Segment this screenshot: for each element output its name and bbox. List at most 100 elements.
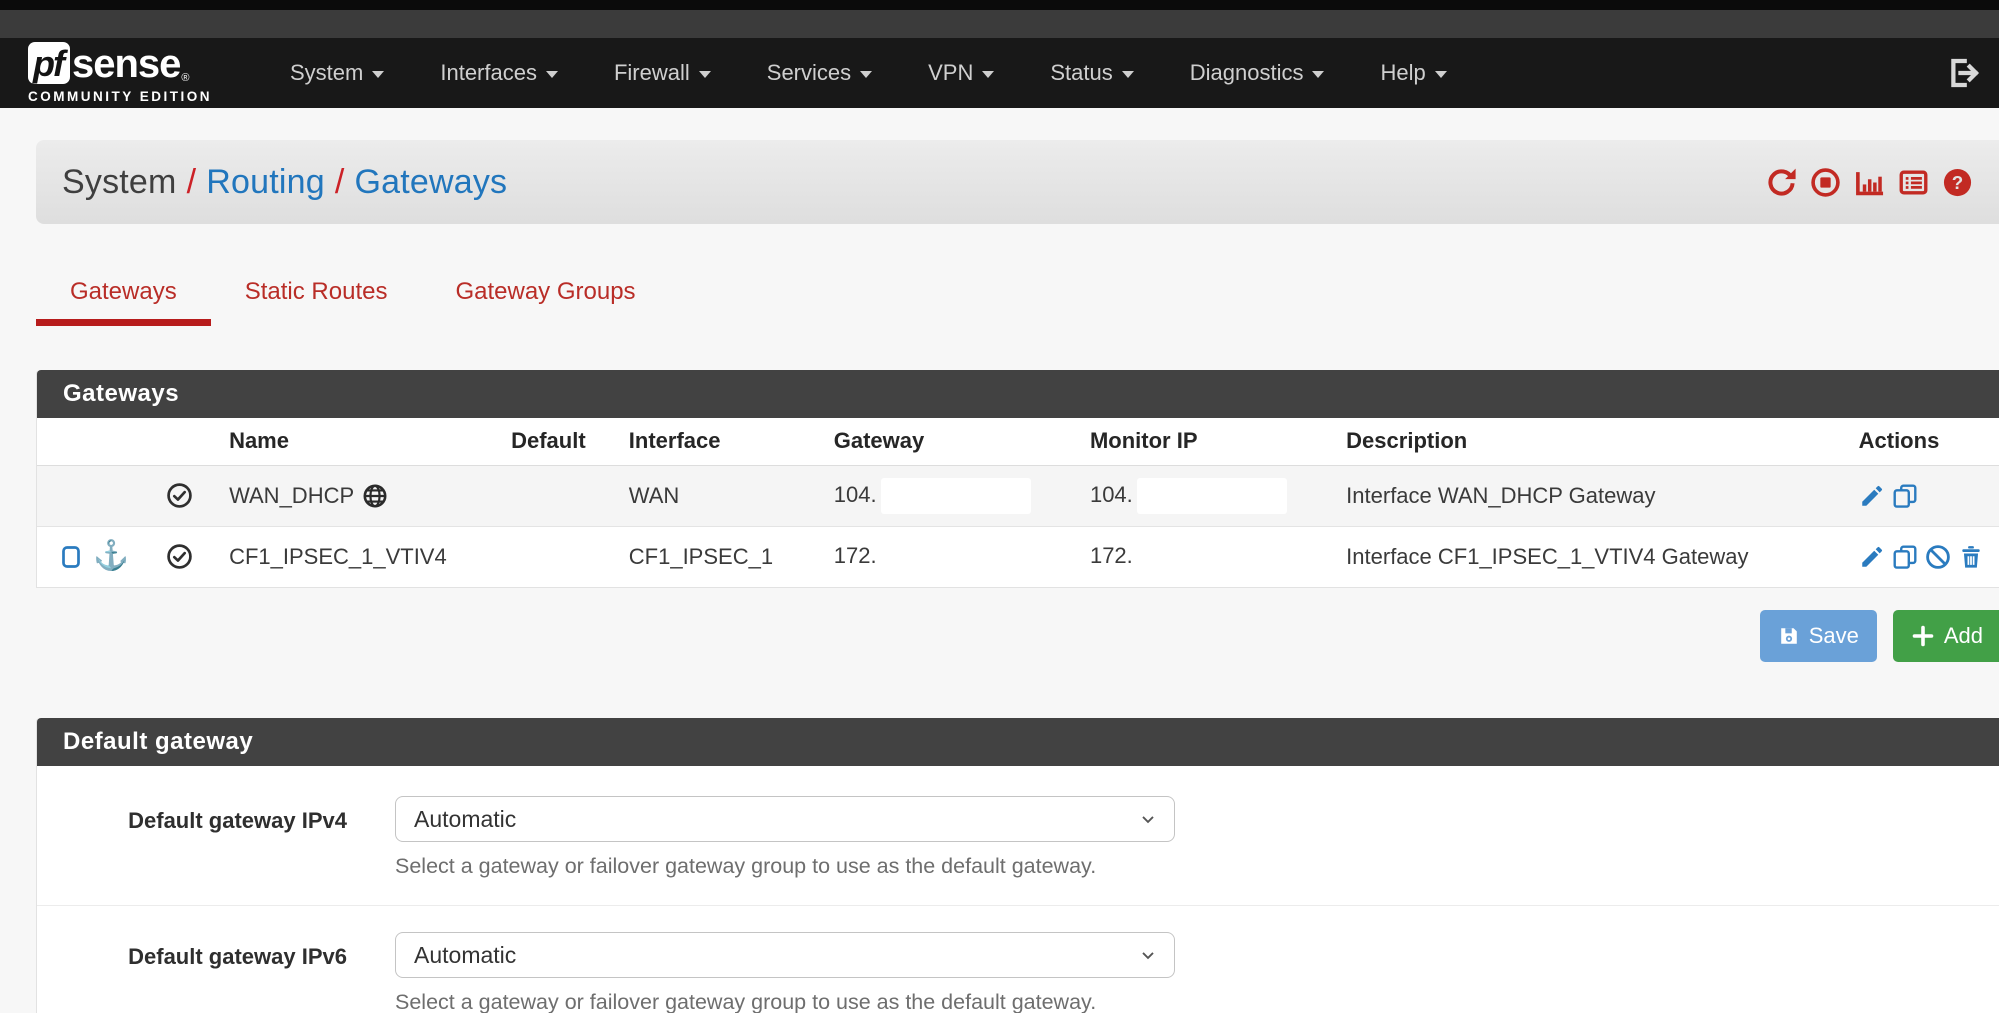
gateways-panel: Gateways Name Default Interface Gateway … bbox=[36, 370, 1999, 588]
caret-down-icon bbox=[699, 71, 711, 78]
copy-icon[interactable] bbox=[1892, 483, 1918, 509]
nav-item-diagnostics[interactable]: Diagnostics bbox=[1162, 60, 1353, 86]
tab-bar: Gateways Static Routes Gateway Groups bbox=[36, 278, 1999, 326]
nav-item-help[interactable]: Help bbox=[1352, 60, 1474, 86]
logo-edition-text: COMMUNITY EDITION bbox=[28, 90, 212, 104]
page-title: System/Routing/Gateways bbox=[62, 163, 507, 202]
selected-value: Automatic bbox=[414, 942, 516, 969]
copy-icon[interactable] bbox=[1892, 544, 1918, 570]
field-help-text: Select a gateway or failover gateway gro… bbox=[395, 854, 1175, 879]
anchor-icon: ⚓ bbox=[93, 542, 129, 571]
plus-icon bbox=[1911, 624, 1935, 648]
save-button[interactable]: Save bbox=[1760, 610, 1877, 662]
default-gateway-globe-icon bbox=[362, 483, 388, 509]
col-monitor-ip: Monitor IP bbox=[1066, 418, 1322, 465]
add-button[interactable]: Add bbox=[1893, 610, 1999, 662]
logo-registered-mark: ® bbox=[181, 73, 189, 84]
monitor-ip: 104. bbox=[1090, 481, 1133, 506]
redacted-ip bbox=[1137, 539, 1287, 575]
nav-item-services[interactable]: Services bbox=[739, 60, 900, 86]
save-icon bbox=[1778, 625, 1800, 647]
gateways-table: Name Default Interface Gateway Monitor I… bbox=[37, 418, 1999, 587]
table-header-row: Name Default Interface Gateway Monitor I… bbox=[37, 418, 1999, 465]
save-button-label: Save bbox=[1809, 623, 1859, 649]
pfsense-logo[interactable]: pf sense ® COMMUNITY EDITION bbox=[28, 42, 212, 104]
breadcrumb-section: System bbox=[62, 163, 177, 201]
col-gateway: Gateway bbox=[810, 418, 1066, 465]
nav-item-label: Firewall bbox=[614, 60, 690, 86]
logo-pf-badge: pf bbox=[28, 42, 70, 84]
default-gateway-ipv4-label: Default gateway IPv4 bbox=[37, 796, 347, 879]
gateways-panel-title: Gateways bbox=[37, 370, 1999, 418]
default-gateway-panel-title: Default gateway bbox=[37, 718, 1999, 766]
nav-menu: System Interfaces Firewall Services VPN … bbox=[262, 60, 1475, 86]
window-title-strip bbox=[0, 10, 1999, 38]
window-top-edge bbox=[0, 0, 1999, 10]
gateway-interface: WAN bbox=[605, 465, 810, 526]
gateway-description: Interface WAN_DHCP Gateway bbox=[1322, 465, 1834, 526]
breadcrumb-separator: / bbox=[177, 163, 207, 201]
edit-icon[interactable] bbox=[1859, 544, 1885, 570]
table-actions-row: Save Add bbox=[36, 610, 1999, 662]
gateway-online-icon bbox=[166, 482, 193, 509]
tab-gateway-groups[interactable]: Gateway Groups bbox=[421, 278, 669, 326]
nav-item-label: Help bbox=[1380, 60, 1425, 86]
breadcrumb-actions: ? bbox=[1766, 167, 1973, 198]
add-button-label: Add bbox=[1944, 623, 1983, 649]
table-row-cf1-ipsec: ⚓ CF1_IPSEC_1_VTIV4 bbox=[37, 526, 1999, 587]
nav-item-label: Diagnostics bbox=[1190, 60, 1304, 86]
col-default: Default bbox=[492, 418, 605, 465]
nav-item-label: Services bbox=[767, 60, 851, 86]
gateway-online-icon bbox=[166, 543, 193, 570]
caret-down-icon bbox=[1435, 71, 1447, 78]
gateway-description: Interface CF1_IPSEC_1_VTIV4 Gateway bbox=[1322, 526, 1834, 587]
breadcrumb-link-routing[interactable]: Routing bbox=[206, 163, 325, 201]
gateway-interface: CF1_IPSEC_1 bbox=[605, 526, 810, 587]
logo-sense-text: sense bbox=[72, 44, 180, 84]
sign-out-icon[interactable] bbox=[1947, 56, 1981, 90]
chart-icon[interactable] bbox=[1854, 167, 1885, 198]
gateway-name: CF1_IPSEC_1_VTIV4 bbox=[229, 544, 447, 570]
col-actions: Actions bbox=[1835, 418, 1999, 465]
nav-item-label: Interfaces bbox=[440, 60, 537, 86]
selected-value: Automatic bbox=[414, 806, 516, 833]
help-icon[interactable]: ? bbox=[1942, 167, 1973, 198]
default-gateway-panel: Default gateway Default gateway IPv4 Aut… bbox=[36, 718, 1999, 1013]
select-checkbox-icon[interactable] bbox=[59, 544, 83, 570]
tab-gateways[interactable]: Gateways bbox=[36, 278, 211, 326]
breadcrumb-link-gateways[interactable]: Gateways bbox=[354, 163, 507, 201]
nav-item-label: Status bbox=[1050, 60, 1112, 86]
delete-icon[interactable] bbox=[1958, 544, 1984, 570]
redacted-ip bbox=[881, 478, 1031, 514]
col-name: Name bbox=[205, 418, 492, 465]
breadcrumb-separator: / bbox=[325, 163, 355, 201]
log-icon[interactable] bbox=[1898, 167, 1929, 198]
caret-down-icon bbox=[982, 71, 994, 78]
redacted-ip bbox=[1137, 478, 1287, 514]
col-interface: Interface bbox=[605, 418, 810, 465]
caret-down-icon bbox=[1122, 71, 1134, 78]
nav-item-interfaces[interactable]: Interfaces bbox=[412, 60, 586, 86]
edit-icon[interactable] bbox=[1859, 483, 1885, 509]
refresh-icon[interactable] bbox=[1766, 167, 1797, 198]
chevron-down-icon bbox=[1138, 945, 1158, 965]
nav-item-label: System bbox=[290, 60, 363, 86]
gateway-name: WAN_DHCP bbox=[229, 483, 354, 509]
monitor-ip: 172. bbox=[1090, 543, 1133, 568]
gateway-address: 172. bbox=[834, 543, 877, 568]
nav-item-status[interactable]: Status bbox=[1022, 60, 1161, 86]
tab-static-routes[interactable]: Static Routes bbox=[211, 278, 422, 326]
breadcrumb: System/Routing/Gateways bbox=[36, 140, 1999, 224]
nav-item-vpn[interactable]: VPN bbox=[900, 60, 1022, 86]
nav-item-label: VPN bbox=[928, 60, 973, 86]
default-gateway-ipv6-select[interactable]: Automatic bbox=[395, 932, 1175, 978]
col-description: Description bbox=[1322, 418, 1834, 465]
svg-text:?: ? bbox=[1952, 171, 1963, 192]
top-navbar: pf sense ® COMMUNITY EDITION System Inte… bbox=[0, 38, 1999, 108]
nav-item-firewall[interactable]: Firewall bbox=[586, 60, 739, 86]
caret-down-icon bbox=[546, 71, 558, 78]
nav-item-system[interactable]: System bbox=[262, 60, 412, 86]
disable-icon[interactable] bbox=[1925, 544, 1951, 570]
default-gateway-ipv4-select[interactable]: Automatic bbox=[395, 796, 1175, 842]
stop-icon[interactable] bbox=[1810, 167, 1841, 198]
